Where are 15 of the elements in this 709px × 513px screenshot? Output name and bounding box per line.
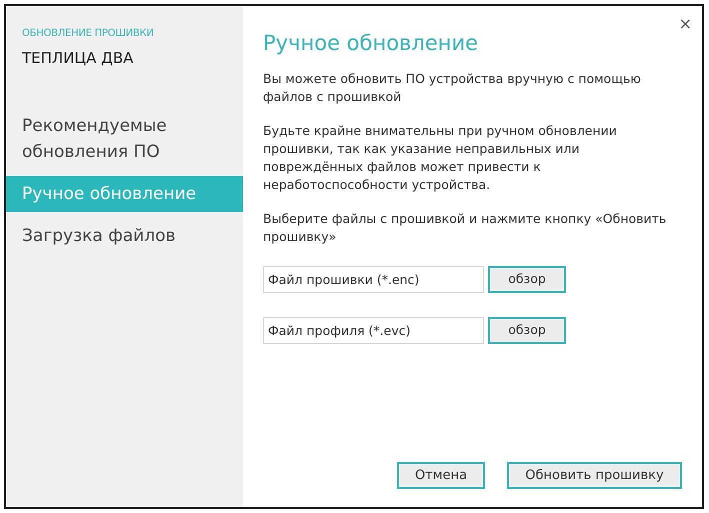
page-title: Ручное обновление	[263, 30, 480, 57]
description-text: Выберите файлы с прошивкой и нажмите кнопку «Обновить прошивку»	[263, 210, 668, 246]
sidebar-caption: ОБНОВЛЕНИЕ ПРОШИВКИ	[21, 27, 155, 41]
device-name: ТЕПЛИЦА ДВА	[21, 48, 134, 69]
file-path-field[interactable]: Файл профиля (*.evc)	[263, 316, 484, 344]
browse-button[interactable]: обзор	[488, 316, 566, 344]
browse-button[interactable]: обзор	[488, 266, 566, 292]
sidebar-item[interactable]: Загрузка файлов	[6, 218, 243, 254]
close-icon[interactable]: ×	[678, 12, 692, 36]
sidebar-item[interactable]: Рекомендуемые обновления ПО	[6, 108, 243, 170]
description-text: Вы можете обновить ПО устройства вручную с помощью файлов с прошивкой	[263, 70, 642, 106]
file-path-field[interactable]: Файл прошивки (*.enc)	[263, 266, 484, 292]
cancel-button[interactable]: Отмена	[397, 462, 485, 489]
description-text: Будьте крайне внимательны при ручном обновлении прошивки, так как указание неправильных или повреждённых файлов может привести к неработоспособности устройства.	[263, 122, 618, 194]
update-button[interactable]: Обновить прошивку	[507, 462, 682, 489]
